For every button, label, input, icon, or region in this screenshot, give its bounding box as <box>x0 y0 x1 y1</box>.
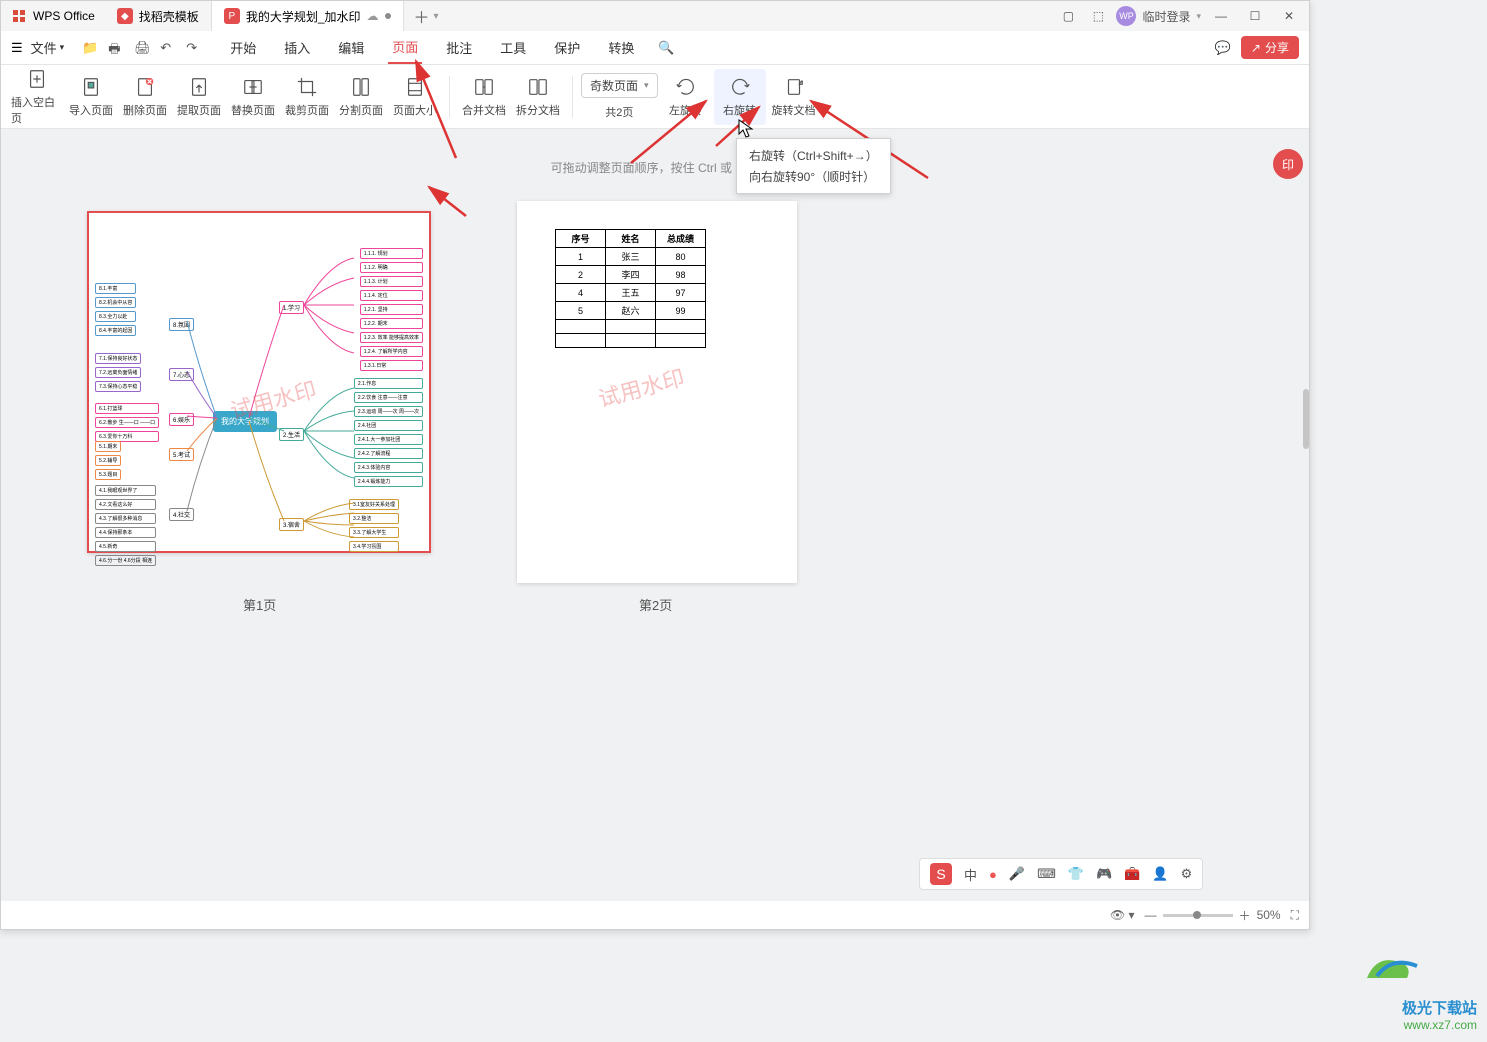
statusbar: 👁 ▾ — ＋ 50% ⛶ <box>1 901 1309 929</box>
chat-icon[interactable]: 💬 <box>1215 40 1231 56</box>
modified-dot-icon <box>385 13 391 19</box>
annotation-arrow <box>381 53 461 163</box>
split-page-button[interactable]: 分割页面 <box>335 69 387 125</box>
panel-icon[interactable]: ▢ <box>1056 2 1080 30</box>
tab-tool[interactable]: 工具 <box>496 32 530 63</box>
import-page-button[interactable]: 导入页面 <box>65 69 117 125</box>
wps-logo-icon <box>11 8 27 24</box>
share-button[interactable]: ↗ 分享 <box>1241 36 1299 59</box>
app-brand: WPS Office <box>1 8 105 24</box>
insert-blank-button[interactable]: 插入空白页 <box>11 69 63 125</box>
hamburger-icon[interactable]: ☰ <box>11 40 23 56</box>
template-icon: ◆ <box>117 8 133 24</box>
cursor-icon <box>738 119 754 139</box>
page-thumbnail-1[interactable]: 我的大学规划 1.学习 2.生活 3.宿舍 4.社交 5.考试 6.娱乐 7.心… <box>87 211 431 553</box>
tab-add[interactable]: ＋▾ <box>404 4 449 28</box>
workspace: 可拖动调整页面顺序，按住 Ctrl 或 Shift 我的大学规划 1.学习 2.… <box>1 129 1309 901</box>
page-thumbnail-2[interactable]: 序号姓名总成绩 1张三80 2李四98 4王五97 5赵六99 试用水印 <box>517 201 797 583</box>
cloud-icon: ☁ <box>367 9 379 23</box>
view-icon[interactable]: 👁 ▾ <box>1110 908 1135 922</box>
zoom-control[interactable]: — ＋ 50% <box>1145 907 1281 924</box>
gear-icon[interactable]: ⚙ <box>1181 866 1193 882</box>
tab-protect[interactable]: 保护 <box>550 32 584 63</box>
zoom-in-icon[interactable]: ＋ <box>1239 907 1251 924</box>
minimize-button[interactable]: — <box>1207 2 1235 30</box>
titlebar: WPS Office ◆ 找稻壳模板 P 我的大学规划_加水印 ☁ ＋▾ ▢ ⬚… <box>1 1 1309 31</box>
close-button[interactable]: ✕ <box>1275 2 1303 30</box>
zoom-out-icon[interactable]: — <box>1145 908 1157 922</box>
app-name: WPS Office <box>33 9 95 23</box>
score-table: 序号姓名总成绩 1张三80 2李四98 4王五97 5赵六99 <box>555 229 706 348</box>
mindmap-content: 我的大学规划 1.学习 2.生活 3.宿舍 4.社交 5.考试 6.娱乐 7.心… <box>89 213 429 551</box>
stamp-float-button[interactable]: 印 <box>1273 149 1303 179</box>
merge-doc-button[interactable]: 合并文档 <box>458 69 510 125</box>
crop-page-button[interactable]: 裁剪页面 <box>281 69 333 125</box>
page1-label: 第1页 <box>243 595 276 614</box>
menubar: ☰ 文件▾ 📁 🖶 🖨 ↶ ↷ 开始 插入 编辑 页面 批注 工具 保护 转换 … <box>1 31 1309 65</box>
toolbox-icon[interactable]: 🧰 <box>1124 866 1140 882</box>
tooltip: 右旋转（Ctrl+Shift+→） 向右旋转90°（顺时针） <box>736 138 891 194</box>
annotation-arrow <box>421 181 471 221</box>
user-icon[interactable]: 👤 <box>1152 866 1168 882</box>
print-icon[interactable]: 🖨 <box>134 40 150 56</box>
tab-edit[interactable]: 编辑 <box>334 32 368 63</box>
shirt-icon[interactable]: 👕 <box>1068 866 1084 882</box>
pdf-icon: P <box>224 8 240 24</box>
cube-icon[interactable]: ⬚ <box>1086 2 1110 30</box>
maximize-button[interactable]: ☐ <box>1241 2 1269 30</box>
user-avatar[interactable]: WP <box>1116 6 1136 26</box>
undo-icon[interactable]: ↶ <box>160 40 176 56</box>
mic-icon[interactable]: 🎤 <box>1009 866 1025 882</box>
fullscreen-icon[interactable]: ⛶ <box>1291 908 1299 923</box>
tab-template[interactable]: ◆ 找稻壳模板 <box>105 1 212 31</box>
save-icon[interactable]: 🖶 <box>108 40 124 56</box>
redo-icon[interactable]: ↷ <box>186 40 202 56</box>
file-menu[interactable]: 文件▾ <box>31 38 65 57</box>
login-status[interactable]: 临时登录 <box>1142 8 1190 25</box>
app-window: WPS Office ◆ 找稻壳模板 P 我的大学规划_加水印 ☁ ＋▾ ▢ ⬚… <box>0 0 1310 930</box>
search-icon[interactable]: 🔍 <box>658 40 674 56</box>
tab-convert[interactable]: 转换 <box>604 32 638 63</box>
tab-document[interactable]: P 我的大学规划_加水印 ☁ <box>212 1 404 31</box>
split-doc-button[interactable]: 拆分文档 <box>512 69 564 125</box>
open-icon[interactable]: 📁 <box>82 40 98 56</box>
annotation-arrow <box>626 93 716 168</box>
ime-toolbar[interactable]: S 中 ● 🎤 ⌨ 👕 🎮 🧰 👤 ⚙ <box>919 858 1203 890</box>
tab-insert[interactable]: 插入 <box>280 32 314 63</box>
sogou-icon: S <box>930 863 952 885</box>
tab-start[interactable]: 开始 <box>226 32 260 63</box>
extract-page-button[interactable]: 提取页面 <box>173 69 225 125</box>
keyboard-icon[interactable]: ⌨ <box>1037 866 1056 882</box>
delete-page-button[interactable]: 删除页面 <box>119 69 171 125</box>
page2-label: 第2页 <box>639 595 672 614</box>
replace-page-button[interactable]: 替换页面 <box>227 69 279 125</box>
site-watermark: 极光下载站 www.xz7.com <box>1357 948 1477 1032</box>
scrollbar[interactable] <box>1303 389 1309 449</box>
zoom-value: 50% <box>1257 908 1281 922</box>
game-icon[interactable]: 🎮 <box>1096 866 1112 882</box>
